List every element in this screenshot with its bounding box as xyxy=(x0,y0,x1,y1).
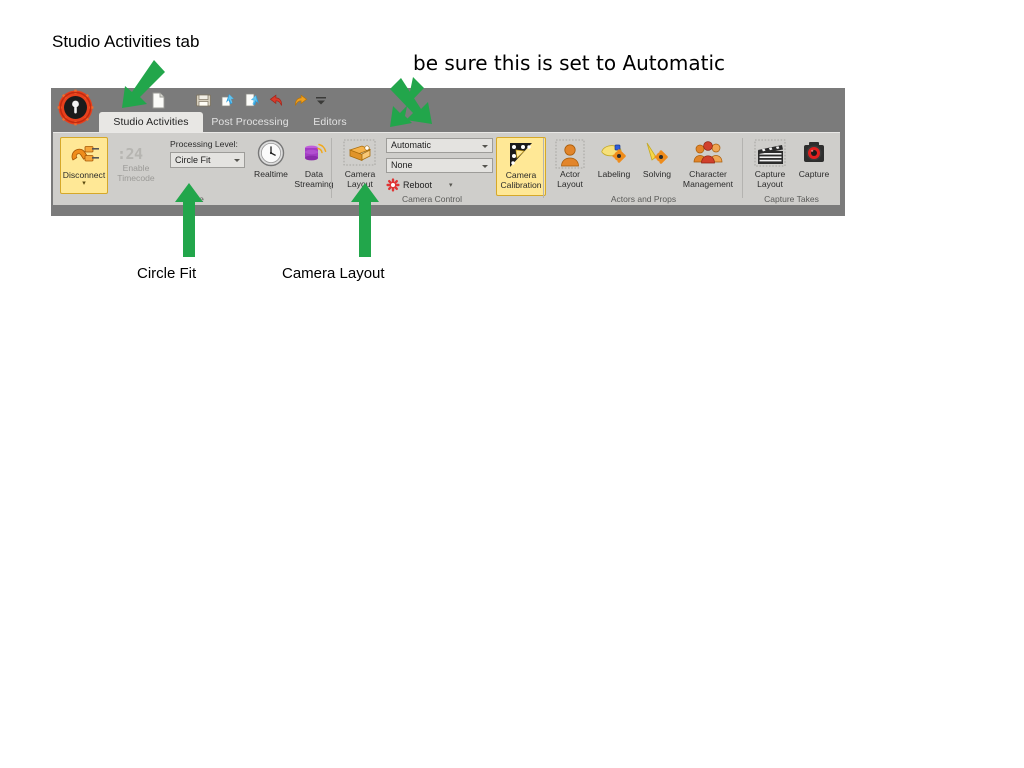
processing-level-combo[interactable]: Circle Fit xyxy=(170,152,245,168)
camera-layout-icon xyxy=(338,139,382,169)
character-management-icon xyxy=(677,139,739,169)
realtime-button[interactable]: Realtime xyxy=(251,139,291,180)
solving-button[interactable]: Solving xyxy=(637,139,677,180)
capture-label: Capture xyxy=(798,169,830,179)
annotation-arrow-camera-layout xyxy=(350,182,380,263)
solving-label: Solving xyxy=(642,169,672,179)
ribbon-tab-strip: Studio Activities Post Processing Editor… xyxy=(51,112,845,132)
labeling-button[interactable]: Labeling xyxy=(592,139,636,180)
ribbon-group-capture-takes: Capture Layout Capture Capture Takes xyxy=(743,133,840,205)
annotation-label-set-to-automatic: be sure this is set to Automatic xyxy=(413,51,726,75)
capture-button[interactable]: Capture xyxy=(793,139,835,180)
data-streaming-icon xyxy=(293,139,335,169)
export-icon[interactable] xyxy=(244,92,261,109)
data-streaming-label: Data Streaming xyxy=(294,169,334,189)
data-streaming-button[interactable]: Data Streaming xyxy=(293,139,335,189)
enable-timecode-label: Enable Timecode xyxy=(117,163,155,183)
annotation-label-studio-activities-tab: Studio Activities tab xyxy=(52,32,200,51)
actors-and-props-group-title: Actors and Props xyxy=(610,194,677,204)
tab-editors[interactable]: Editors xyxy=(297,112,363,132)
character-management-label: Character Management xyxy=(682,169,734,189)
character-management-button[interactable]: Character Management xyxy=(677,139,739,189)
labeling-label: Labeling xyxy=(597,169,631,179)
tab-post-processing[interactable]: Post Processing xyxy=(197,112,303,132)
labeling-icon xyxy=(592,139,636,169)
camera-calibration-button[interactable]: Camera Calibration xyxy=(496,137,546,196)
capture-layout-button[interactable]: Capture Layout xyxy=(748,139,792,189)
save-icon[interactable] xyxy=(195,92,212,109)
actor-layout-icon xyxy=(549,139,591,169)
annotation-label-circle-fit: Circle Fit xyxy=(137,265,197,282)
realtime-label: Realtime xyxy=(254,169,288,179)
disconnect-dropdown-arrow[interactable]: ▾ xyxy=(61,180,107,187)
record-camera-icon xyxy=(793,139,835,169)
annotation-arrow-automatic xyxy=(383,76,435,137)
redo-icon[interactable] xyxy=(292,92,309,109)
chevron-down-icon xyxy=(234,159,240,162)
annotation-arrow-studio-activities xyxy=(110,58,170,123)
capture-layout-label: Capture Layout xyxy=(754,169,786,189)
ribbon-content-panel: Disconnect ▾ :24 Enable Timecode Process… xyxy=(53,132,840,205)
clapperboard-icon xyxy=(748,139,792,169)
customize-quick-access-icon[interactable] xyxy=(315,92,327,109)
reboot-dropdown-arrow[interactable]: ▾ xyxy=(449,181,453,189)
reboot-label: Reboot xyxy=(403,180,433,190)
camera-mode-combo[interactable]: Automatic xyxy=(386,138,493,153)
reboot-icon xyxy=(386,178,400,192)
chevron-down-icon xyxy=(482,144,488,148)
disconnect-plug-icon xyxy=(61,140,107,170)
disconnect-button[interactable]: Disconnect ▾ xyxy=(60,137,108,194)
annotation-arrow-circle-fit xyxy=(174,182,204,263)
capture-takes-group-title: Capture Takes xyxy=(764,194,819,204)
calibration-wand-icon xyxy=(497,140,545,170)
timecode-value: :24 xyxy=(117,145,143,163)
actor-layout-label: Actor Layout xyxy=(557,169,583,189)
camera-calibration-label: Camera Calibration xyxy=(500,170,542,190)
import-icon[interactable] xyxy=(220,92,237,109)
processing-level-label: Processing Level: xyxy=(170,139,238,149)
undo-icon[interactable] xyxy=(268,92,285,109)
processing-level-value: Circle Fit xyxy=(175,154,211,165)
ribbon-group-actors-and-props: Actor Layout Labeling Solving Character … xyxy=(544,133,743,205)
clock-icon xyxy=(251,139,291,169)
camera-mode-value: Automatic xyxy=(391,140,432,150)
enable-timecode-button[interactable]: Enable Timecode xyxy=(110,163,162,183)
chevron-down-icon xyxy=(482,164,488,168)
camera-filter-combo[interactable]: None xyxy=(386,158,493,173)
annotation-label-camera-layout: Camera Layout xyxy=(282,265,385,282)
actor-layout-button[interactable]: Actor Layout xyxy=(549,139,591,189)
solving-icon xyxy=(637,139,677,169)
application-menu-button[interactable] xyxy=(57,89,94,126)
application-ribbon-window: Studio Activities Post Processing Editor… xyxy=(51,88,845,216)
reboot-button[interactable]: Reboot ▾ xyxy=(386,178,453,192)
quick-access-toolbar xyxy=(51,88,845,126)
camera-filter-value: None xyxy=(391,160,413,170)
